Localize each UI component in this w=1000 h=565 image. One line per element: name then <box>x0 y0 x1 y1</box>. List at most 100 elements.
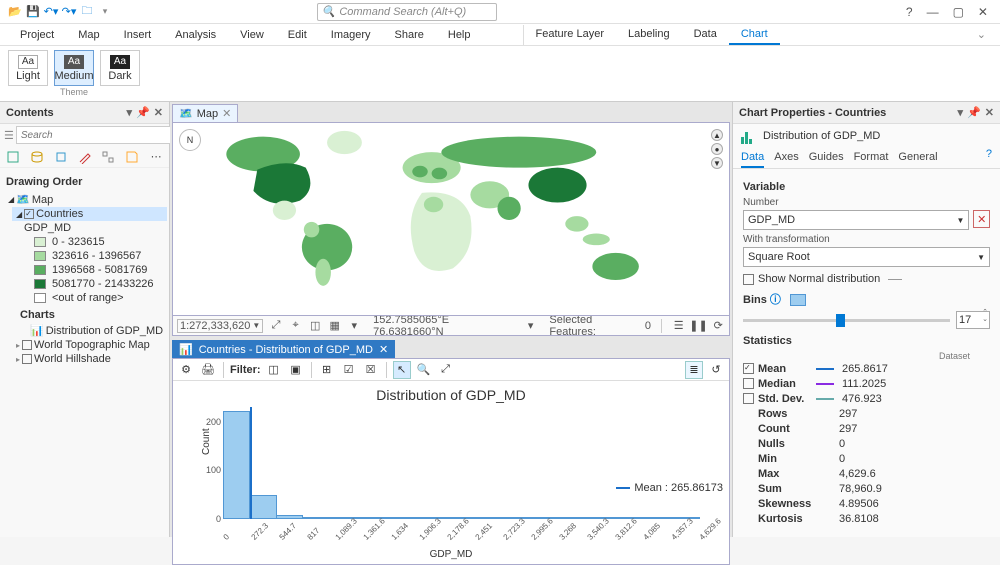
bar[interactable] <box>487 517 514 519</box>
toc-layer-countries[interactable]: ◢ Countries <box>12 207 167 221</box>
toc-filter-icon[interactable]: ☰ <box>4 129 14 142</box>
legend-toggle-icon[interactable]: ≣ <box>685 361 703 379</box>
menu-analysis[interactable]: Analysis <box>163 26 228 44</box>
minimize-icon[interactable]: — <box>927 5 939 19</box>
ribbon-collapse-icon[interactable]: ⌄ <box>977 28 986 41</box>
undo-dropdown-icon[interactable]: ↶▾ <box>44 5 58 19</box>
stat-median-row[interactable]: Median111.2025 <box>743 376 990 391</box>
tab-data[interactable]: Data <box>682 25 729 45</box>
expand-icon[interactable]: ▸ <box>16 341 20 350</box>
transform-select[interactable]: Square Root ▼ <box>743 247 990 267</box>
tab-data[interactable]: Data <box>741 148 764 168</box>
bar[interactable] <box>276 515 303 519</box>
selection-icon[interactable]: ☑ <box>340 361 358 379</box>
add-folder-icon[interactable]: 🗀 <box>80 5 94 19</box>
units-icon[interactable]: ▾ <box>348 319 362 333</box>
properties-icon[interactable]: ⚙ <box>177 361 195 379</box>
bar[interactable] <box>646 517 673 519</box>
stat-stddev-row[interactable]: Std. Dev.476.923 <box>743 391 990 406</box>
menu-map[interactable]: Map <box>66 26 111 44</box>
layer-visibility-checkbox[interactable] <box>24 209 34 219</box>
table-icon[interactable]: ⊞ <box>318 361 336 379</box>
bar[interactable] <box>567 517 594 519</box>
clear-selection-icon[interactable]: ☒ <box>362 361 380 379</box>
bar[interactable] <box>408 517 435 519</box>
contents-search-input[interactable] <box>16 126 174 144</box>
menu-edit[interactable]: Edit <box>276 26 319 44</box>
pane-options-icon[interactable]: ▾ <box>127 106 133 119</box>
expand-icon[interactable]: ◢ <box>8 195 14 204</box>
theme-dark-button[interactable]: AaDark <box>100 50 140 86</box>
catalog-pane-icon[interactable]: ☰ <box>672 319 686 333</box>
open-icon[interactable]: 📂 <box>8 5 22 19</box>
menu-help[interactable]: Help <box>436 26 483 44</box>
chart-tab[interactable]: 📊 Countries - Distribution of GDP_MD ✕ <box>172 340 395 358</box>
checkbox-icon[interactable] <box>743 378 754 389</box>
remove-variable-button[interactable]: ✕ <box>973 210 990 228</box>
layer-visibility-checkbox[interactable] <box>22 354 32 364</box>
pane-close-icon[interactable]: ✕ <box>154 106 163 119</box>
tab-labeling[interactable]: Labeling <box>616 25 682 45</box>
bar[interactable] <box>382 517 409 519</box>
qat-customize-icon[interactable]: ▾ <box>98 5 112 19</box>
bar[interactable] <box>223 411 250 519</box>
filter-by-selection-icon[interactable]: ▣ <box>287 361 305 379</box>
tab-close-icon[interactable]: ✕ <box>222 107 231 120</box>
info-icon[interactable]: ⓘ <box>770 294 781 306</box>
list-by-snapping-icon[interactable] <box>99 148 117 166</box>
redo-dropdown-icon[interactable]: ↷▾ <box>62 5 76 19</box>
tab-chart[interactable]: Chart <box>729 25 780 45</box>
full-extent-icon[interactable]: ⤢ <box>437 361 455 379</box>
constraints-icon[interactable]: ⌖ <box>289 319 303 333</box>
grid-icon[interactable]: ▦ <box>328 319 342 333</box>
menu-imagery[interactable]: Imagery <box>319 26 383 44</box>
close-icon[interactable]: ✕ <box>978 5 988 19</box>
theme-medium-button[interactable]: AaMedium <box>54 50 94 86</box>
list-by-selection-icon[interactable] <box>52 148 70 166</box>
zoom-extent-icon[interactable]: ⤢ <box>269 319 283 333</box>
map-tab[interactable]: 🗺️ Map ✕ <box>172 104 238 122</box>
toc-basemap-hillshade[interactable]: ▸ World Hillshade <box>12 352 167 366</box>
pane-close-icon[interactable]: ✕ <box>985 106 994 119</box>
bins-spinner[interactable]: 17 <box>956 311 990 329</box>
expand-icon[interactable]: ▸ <box>16 355 20 364</box>
tab-format[interactable]: Format <box>854 148 889 168</box>
show-normal-checkbox[interactable]: Show Normal distribution <box>743 273 990 285</box>
tab-close-icon[interactable]: ✕ <box>379 343 388 356</box>
pane-options-icon[interactable]: ▾ <box>958 106 964 119</box>
bins-slider[interactable] <box>743 319 950 322</box>
snap-icon[interactable]: ◫ <box>308 319 322 333</box>
bar[interactable] <box>249 495 276 519</box>
help-icon[interactable]: ? <box>906 5 913 19</box>
save-icon[interactable]: 💾 <box>26 5 40 19</box>
expand-icon[interactable]: ◢ <box>16 210 22 219</box>
checkbox-icon[interactable] <box>743 363 754 374</box>
menu-view[interactable]: View <box>228 26 276 44</box>
menu-project[interactable]: Project <box>8 26 66 44</box>
scale-combo[interactable]: 1:272,333,620 ▼ <box>177 319 263 333</box>
help-icon[interactable]: ? <box>986 148 992 168</box>
list-by-drawing-order-icon[interactable] <box>4 148 22 166</box>
toc-basemap-topo[interactable]: ▸ World Topographic Map <box>12 338 167 352</box>
slider-thumb[interactable] <box>836 314 845 327</box>
checkbox-icon[interactable] <box>743 393 754 404</box>
pause-drawing-icon[interactable]: ❚❚ <box>691 319 705 333</box>
zoom-mode-icon[interactable]: 🔍 <box>415 361 433 379</box>
layer-visibility-checkbox[interactable] <box>22 340 32 350</box>
toc-more-icon[interactable]: ⋯ <box>147 148 165 166</box>
toc-chart-item[interactable]: 📊 Distribution of GDP_MD <box>26 323 167 338</box>
select-tool-icon[interactable]: ↖ <box>393 361 411 379</box>
map-view[interactable]: N ▲ ● ▼ <box>172 122 730 316</box>
list-by-editing-icon[interactable] <box>76 148 94 166</box>
command-search[interactable]: 🔍 Command Search (Alt+Q) <box>317 3 497 21</box>
rotate-chart-icon[interactable]: ↺ <box>707 361 725 379</box>
bar[interactable] <box>302 517 329 519</box>
menu-insert[interactable]: Insert <box>112 26 164 44</box>
pane-pin-icon[interactable]: 📌 <box>136 106 150 119</box>
tab-guides[interactable]: Guides <box>809 148 844 168</box>
stat-mean-row[interactable]: Mean265.8617 <box>743 361 990 376</box>
tab-general[interactable]: General <box>898 148 937 168</box>
tab-axes[interactable]: Axes <box>774 148 798 168</box>
list-by-labeling-icon[interactable] <box>123 148 141 166</box>
coords-options-icon[interactable]: ▾ <box>524 319 538 333</box>
